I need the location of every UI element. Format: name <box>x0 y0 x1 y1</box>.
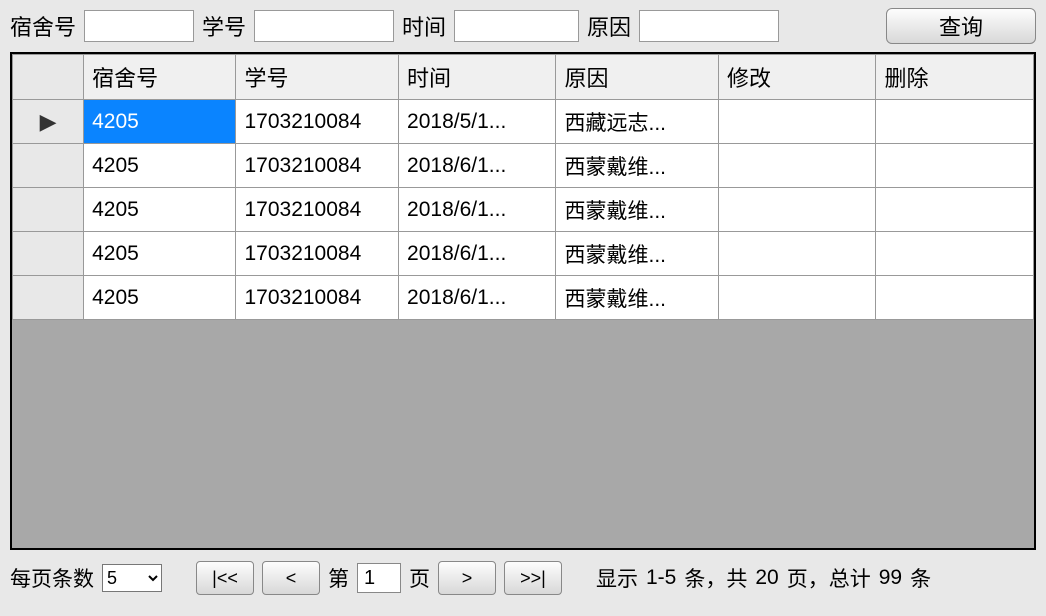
student-filter-input[interactable] <box>254 10 394 42</box>
page-suffix-label: 页 <box>409 563 430 593</box>
col-header-student[interactable]: 学号 <box>236 55 399 100</box>
cell-delete[interactable] <box>876 188 1034 232</box>
row-indicator[interactable] <box>13 144 84 188</box>
table-row[interactable]: 420517032100842018/6/1...西蒙戴维... <box>13 188 1034 232</box>
cell-delete[interactable] <box>876 144 1034 188</box>
cell-time[interactable]: 2018/5/1... <box>399 100 556 144</box>
cell-reason[interactable]: 西蒙戴维... <box>556 144 719 188</box>
filter-bar: 宿舍号 学号 时间 原因 查询 <box>0 0 1046 52</box>
first-page-button[interactable]: |<< <box>196 561 254 595</box>
cell-delete[interactable] <box>876 100 1034 144</box>
reason-filter-label: 原因 <box>587 10 631 42</box>
cell-dorm[interactable]: 4205 <box>84 100 236 144</box>
cell-reason[interactable]: 西藏远志... <box>556 100 719 144</box>
reason-filter-input[interactable] <box>639 10 779 42</box>
row-header-blank <box>13 55 84 100</box>
showing-range: 1-5 <box>646 566 676 590</box>
grid-empty-area <box>12 320 1034 550</box>
col-header-time[interactable]: 时间 <box>399 55 556 100</box>
table-row[interactable]: ▶420517032100842018/5/1...西藏远志... <box>13 100 1034 144</box>
last-page-button[interactable]: >>| <box>504 561 562 595</box>
col-header-reason[interactable]: 原因 <box>556 55 719 100</box>
page-prefix-label: 第 <box>328 563 349 593</box>
cell-student[interactable]: 1703210084 <box>236 100 399 144</box>
row-indicator[interactable]: ▶ <box>13 100 84 144</box>
total-items: 99 <box>879 566 902 590</box>
cell-student[interactable]: 1703210084 <box>236 276 399 320</box>
row-indicator[interactable] <box>13 232 84 276</box>
cell-time[interactable]: 2018/6/1... <box>399 144 556 188</box>
cell-student[interactable]: 1703210084 <box>236 144 399 188</box>
per-page-label: 每页条数 <box>10 563 94 593</box>
per-page-select[interactable]: 5 <box>102 564 162 592</box>
cell-modify[interactable] <box>719 100 876 144</box>
cell-delete[interactable] <box>876 232 1034 276</box>
dorm-filter-input[interactable] <box>84 10 194 42</box>
cell-modify[interactable] <box>719 188 876 232</box>
table-row[interactable]: 420517032100842018/6/1...西蒙戴维... <box>13 276 1034 320</box>
cell-modify[interactable] <box>719 276 876 320</box>
row-indicator[interactable] <box>13 276 84 320</box>
prev-page-button[interactable]: < <box>262 561 320 595</box>
time-filter-label: 时间 <box>402 10 446 42</box>
items-tail: 条 <box>910 563 931 593</box>
table-row[interactable]: 420517032100842018/6/1...西蒙戴维... <box>13 232 1034 276</box>
total-pages: 20 <box>755 566 778 590</box>
time-filter-input[interactable] <box>454 10 579 42</box>
pager-bar: 每页条数 5 |<< < 第 页 > >>| 显示 1-5 条，共 20 页，总… <box>0 550 1046 606</box>
table-row[interactable]: 420517032100842018/6/1...西蒙戴维... <box>13 144 1034 188</box>
cell-delete[interactable] <box>876 276 1034 320</box>
cell-modify[interactable] <box>719 144 876 188</box>
dorm-filter-label: 宿舍号 <box>10 10 76 42</box>
cell-dorm[interactable]: 4205 <box>84 144 236 188</box>
row-indicator[interactable] <box>13 188 84 232</box>
data-grid[interactable]: 宿舍号 学号 时间 原因 修改 删除 ▶420517032100842018/5… <box>10 52 1036 550</box>
cell-student[interactable]: 1703210084 <box>236 188 399 232</box>
cell-time[interactable]: 2018/6/1... <box>399 188 556 232</box>
showing-prefix: 显示 <box>596 563 638 593</box>
cell-time[interactable]: 2018/6/1... <box>399 276 556 320</box>
next-page-button[interactable]: > <box>438 561 496 595</box>
cell-dorm[interactable]: 4205 <box>84 188 236 232</box>
cell-reason[interactable]: 西蒙戴维... <box>556 232 719 276</box>
cell-dorm[interactable]: 4205 <box>84 276 236 320</box>
table-header-row: 宿舍号 学号 时间 原因 修改 删除 <box>13 55 1034 100</box>
query-button[interactable]: 查询 <box>886 8 1036 44</box>
col-header-dorm[interactable]: 宿舍号 <box>84 55 236 100</box>
page-number-input[interactable] <box>357 563 401 593</box>
col-header-modify[interactable]: 修改 <box>719 55 876 100</box>
cell-modify[interactable] <box>719 232 876 276</box>
cell-reason[interactable]: 西蒙戴维... <box>556 188 719 232</box>
cell-time[interactable]: 2018/6/1... <box>399 232 556 276</box>
cell-dorm[interactable]: 4205 <box>84 232 236 276</box>
student-filter-label: 学号 <box>202 10 246 42</box>
cell-student[interactable]: 1703210084 <box>236 232 399 276</box>
col-header-delete[interactable]: 删除 <box>876 55 1034 100</box>
pages-word: 页，总计 <box>787 563 871 593</box>
cell-reason[interactable]: 西蒙戴维... <box>556 276 719 320</box>
items-word: 条，共 <box>684 563 747 593</box>
